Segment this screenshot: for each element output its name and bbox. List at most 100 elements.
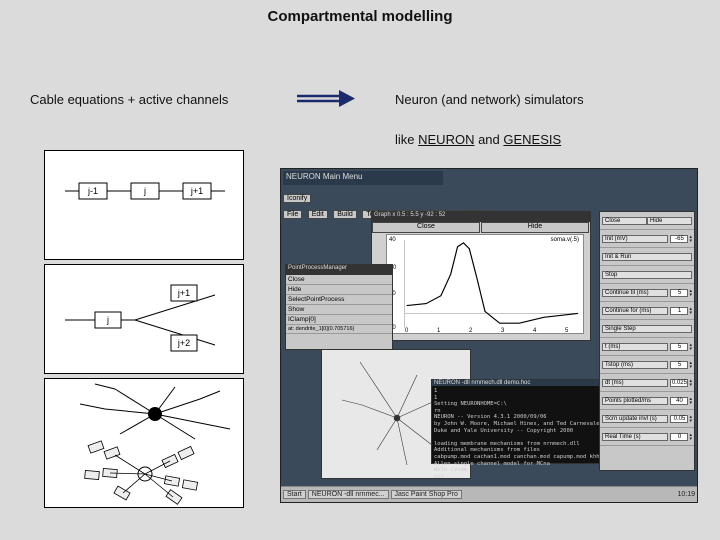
plot-trace-label: soma.v(.5) (551, 237, 579, 243)
arrow-icon (295, 90, 355, 108)
ppm-location: at: dendrite_1[0](0.705716) (286, 325, 392, 334)
runcontrol-value[interactable]: 5 (670, 361, 688, 369)
runcontrol-button[interactable]: Continue til (ms) (602, 289, 668, 297)
runcontrol-value[interactable]: 5 (670, 289, 688, 297)
menu-build[interactable]: Build (333, 210, 357, 219)
runcontrol-value[interactable]: -65 (670, 235, 688, 243)
runcontrol-button[interactable]: Tstop (ms) (602, 361, 668, 369)
link-neuron: NEURON (418, 132, 474, 147)
xtick: 5 (565, 328, 568, 334)
runcontrol-button[interactable]: Single Step (602, 325, 692, 333)
runcontrol-row: Init (mV)-65▴▾ (600, 230, 694, 248)
neuron-morph-svg (45, 379, 245, 509)
right-caption-1: Neuron (and network) simulators (395, 92, 584, 107)
xtick: 2 (469, 328, 472, 334)
main-window-title: NEURON Main Menu (283, 171, 443, 185)
ppm-close[interactable]: Close (286, 275, 392, 285)
ppm-title: PointProcessManager (286, 265, 392, 275)
runcontrol-value[interactable]: 0.025 (670, 379, 688, 387)
start-button[interactable]: Start (283, 490, 306, 499)
graph-close-button[interactable]: Close (372, 222, 480, 233)
runcontrol-row: Tstop (ms)5▴▾ (600, 356, 694, 374)
ppm-window: PointProcessManager Close Hide SelectPoi… (285, 264, 393, 350)
diagram-cable-branch: j j+1 j+2 (44, 264, 244, 374)
runcontrol-row: Continue til (ms)5▴▾ (600, 284, 694, 302)
runcontrol-button[interactable]: Hide (647, 217, 692, 225)
runcontrol-row: Scrn update invl (s)0.05▴▾ (600, 410, 694, 428)
spinner-icon[interactable]: ▴▾ (689, 397, 692, 405)
runcontrol-row: t (ms)5▴▾ (600, 338, 694, 356)
runcontrol-row: dt (ms)0.025▴▾ (600, 374, 694, 392)
runcontrol-button[interactable]: Continue for (ms) (602, 307, 668, 315)
link-genesis: GENESIS (503, 132, 561, 147)
runcontrol-button[interactable]: dt (ms) (602, 379, 668, 387)
runcontrol-button[interactable]: Scrn update invl (s) (602, 415, 668, 423)
xtick: 1 (437, 328, 440, 334)
ppm-show[interactable]: Show (286, 305, 392, 315)
runcontrol-panel: CloseHideInit (mV)-65▴▾Init & RunStopCon… (599, 211, 695, 471)
cable-linear-svg: j-1 j j+1 (45, 151, 245, 261)
runcontrol-row: Points plotted/ms40▴▾ (600, 392, 694, 410)
seg-label: j+1 (177, 288, 190, 298)
taskbar-item[interactable]: NEURON -dll nrnmec... (308, 490, 389, 499)
runcontrol-row: Real Time (s)0▴▾ (600, 428, 694, 446)
taskbar-item[interactable]: Jasc Paint Shop Pro (391, 490, 462, 499)
ytick: 0 (393, 265, 396, 271)
seg-label: j+1 (190, 186, 203, 196)
graph-titlebar: Graph x 0.5 : 5.5 y -92 : 52 (372, 212, 590, 222)
diagram-neuron-morph (44, 378, 244, 508)
seg-label: j (143, 186, 146, 196)
menu-file[interactable]: File (283, 210, 302, 219)
spinner-icon[interactable]: ▴▾ (689, 289, 692, 297)
voltage-curve (387, 235, 583, 333)
spinner-icon[interactable]: ▴▾ (689, 361, 692, 369)
graph-hide-button[interactable]: Hide (481, 222, 589, 233)
graph-plot-area: soma.v(.5) 40 0 -40 -80 0 1 2 3 4 5 (386, 234, 584, 334)
seg-label: j+2 (177, 338, 190, 348)
taskbar: Start NEURON -dll nrnmec... Jasc Paint S… (281, 486, 697, 502)
cable-branch-svg: j j+1 j+2 (45, 265, 245, 375)
runcontrol-button[interactable]: Init (mV) (602, 235, 668, 243)
taskbar-clock: 10:19 (677, 491, 695, 498)
right-caption-2: like NEURON and GENESIS (395, 132, 561, 147)
xtick: 3 (501, 328, 504, 334)
spinner-icon[interactable]: ▴▾ (689, 433, 692, 441)
runcontrol-row: Init & Run (600, 248, 694, 266)
runcontrol-row: Stop (600, 266, 694, 284)
spinner-icon[interactable]: ▴▾ (689, 343, 692, 351)
main-menubar: Iconify (283, 187, 312, 201)
text-like: like (395, 132, 418, 147)
runcontrol-button[interactable]: Init & Run (602, 253, 692, 261)
runcontrol-row: Single Step (600, 320, 694, 338)
menu-edit[interactable]: Edit (308, 210, 328, 219)
runcontrol-button[interactable]: Points plotted/ms (602, 397, 668, 405)
runcontrol-button[interactable]: t (ms) (602, 343, 668, 351)
runcontrol-row: CloseHide (600, 212, 694, 230)
seg-label: j (106, 315, 109, 325)
graph-window: Graph x 0.5 : 5.5 y -92 : 52 Close Hide … (371, 211, 591, 341)
simulator-screenshot: NEURON Main Menu Iconify File Edit Build… (280, 168, 698, 503)
spinner-icon[interactable]: ▴▾ (689, 415, 692, 423)
runcontrol-value[interactable]: 40 (670, 397, 688, 405)
ppm-iclamp: IClamp[0] (286, 315, 392, 325)
runcontrol-value[interactable]: 0 (670, 433, 688, 441)
runcontrol-value[interactable]: 0.05 (670, 415, 688, 423)
seg-label: j-1 (87, 186, 98, 196)
runcontrol-button[interactable]: Real Time (s) (602, 433, 668, 441)
ytick: 40 (389, 237, 396, 243)
ppm-hide[interactable]: Hide (286, 285, 392, 295)
iconify-button[interactable]: Iconify (283, 194, 311, 203)
spinner-icon[interactable]: ▴▾ (689, 235, 692, 243)
spinner-icon[interactable]: ▴▾ (689, 307, 692, 315)
ppm-select[interactable]: SelectPointProcess (286, 295, 392, 305)
runcontrol-value[interactable]: 1 (670, 307, 688, 315)
runcontrol-value[interactable]: 5 (670, 343, 688, 351)
diagram-cable-linear: j-1 j j+1 (44, 150, 244, 260)
xtick: 4 (533, 328, 536, 334)
page-title: Compartmental modelling (0, 8, 720, 25)
runcontrol-button[interactable]: Stop (602, 271, 692, 279)
spinner-icon[interactable]: ▴▾ (689, 379, 692, 387)
left-caption: Cable equations + active channels (30, 92, 228, 107)
runcontrol-button[interactable]: Close (602, 217, 647, 225)
text-and: and (474, 132, 503, 147)
